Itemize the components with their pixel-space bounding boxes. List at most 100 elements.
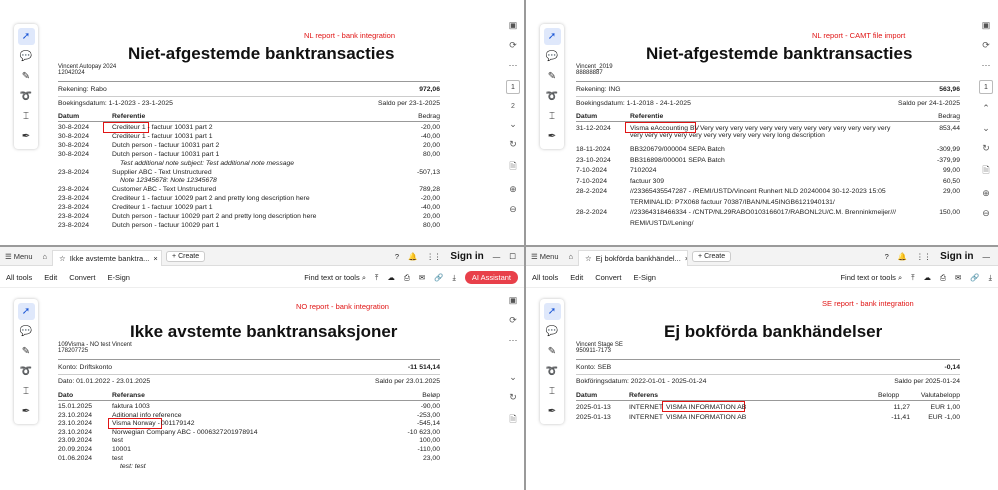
report-page: NL report - CAMT file import Niet-afgest… — [576, 0, 960, 245]
download-icon[interactable]: ⤓ — [452, 273, 455, 283]
minimize-icon[interactable]: — — [493, 252, 501, 261]
comment-icon[interactable]: 💬 — [544, 323, 561, 340]
home-icon[interactable]: ⌂ — [38, 252, 53, 261]
page-number-1[interactable]: 1 — [979, 80, 993, 94]
save-icon[interactable]: 🗎 — [509, 159, 516, 175]
cursor-icon[interactable]: ➚ — [543, 28, 561, 45]
col-date: Datum — [576, 113, 598, 120]
minimize-icon[interactable]: — — [983, 252, 991, 261]
text-select-icon[interactable]: ⌶ — [544, 108, 561, 125]
rotate-icon[interactable]: ↻ — [509, 139, 517, 150]
divider — [58, 96, 440, 97]
row-reference-highlight: Visma Norway - — [112, 420, 160, 428]
sign-icon[interactable]: ✒ — [544, 128, 561, 145]
row-date: 23.10.2024 — [58, 420, 93, 428]
company-id: 88888887 — [576, 70, 603, 76]
report-label: NO report - bank integration — [296, 302, 389, 311]
row-reference: faktura 1003 — [112, 403, 150, 410]
sync-icon[interactable]: ⟳ — [509, 40, 517, 51]
more-icon[interactable]: ⋯ — [509, 335, 518, 346]
ai-assistant-button[interactable]: AI Assistant — [464, 271, 518, 284]
pen-icon[interactable]: ✎ — [18, 343, 35, 360]
sign-icon[interactable]: ✒ — [544, 403, 561, 420]
save-icon[interactable]: 🗎 — [509, 412, 516, 428]
lasso-icon[interactable]: ➰ — [544, 88, 561, 105]
sign-in-button[interactable]: Sign in — [450, 251, 483, 262]
comment-icon[interactable]: 💬 — [18, 48, 35, 65]
chevron-down-icon[interactable]: ⌄ — [509, 119, 517, 130]
text-select-icon[interactable]: ⌶ — [544, 383, 561, 400]
page-number-2[interactable]: 2 — [511, 103, 515, 110]
report-page: SE report - bank integration Ej bokförda… — [576, 247, 960, 490]
row-date: 7-10-2024 — [576, 177, 607, 185]
account-label: Rekening: Rabo — [58, 86, 107, 93]
all-tools-menu[interactable]: All tools — [526, 273, 564, 282]
maximize-icon[interactable]: ☐ — [509, 252, 516, 261]
download-icon[interactable]: ⤓ — [989, 273, 992, 283]
row-amount: -10 623,00 — [407, 428, 440, 436]
zoom-in-icon[interactable]: ⊕ — [982, 188, 990, 199]
divider — [576, 374, 960, 375]
pdf-pane-no-bank: ☰ Menu ⌂ ☆ Ikke avstemte banktra... × + C… — [0, 247, 524, 490]
pen-icon[interactable]: ✎ — [544, 68, 561, 85]
row-date: 28-2-2024 — [576, 188, 607, 195]
row-currency: EUR -1,00 — [928, 414, 960, 421]
account-label: Konto: SEB — [576, 364, 612, 371]
row-amount: -309,99 — [936, 146, 960, 153]
row-date: 01.06.2024 — [58, 454, 93, 462]
comment-icon[interactable]: 💬 — [18, 323, 35, 340]
menu-button[interactable]: ☰ Menu — [526, 252, 564, 261]
row-note: TERMINALID: P7X068 factuur 70387/IBAN/NL… — [630, 198, 835, 206]
zoom-out-icon[interactable]: ⊖ — [982, 208, 990, 219]
all-tools-menu[interactable]: All tools — [0, 273, 38, 282]
zoom-in-icon[interactable]: ⊕ — [509, 184, 517, 195]
row-amount: 60,50 — [942, 177, 960, 185]
row-date: 23.10.2024 — [58, 411, 93, 419]
divider — [576, 400, 960, 401]
page-thumbnail-icon[interactable]: ▣ — [509, 20, 518, 31]
row-currency: EUR 1,00 — [930, 404, 960, 411]
row-date: 30-8-2024 — [58, 150, 89, 158]
rotate-icon[interactable]: ↻ — [982, 143, 990, 154]
row-date: 15.01.2025 — [58, 403, 93, 410]
cursor-icon[interactable]: ➚ — [17, 28, 35, 45]
lasso-icon[interactable]: ➰ — [18, 88, 35, 105]
menu-button[interactable]: ☰ Menu — [0, 252, 38, 261]
col-amount: Bedrag — [938, 113, 960, 120]
company-id: 12042024 — [58, 70, 85, 76]
sign-icon[interactable]: ✒ — [18, 128, 35, 145]
divider — [576, 96, 960, 97]
cursor-icon[interactable]: ➚ — [543, 303, 561, 320]
text-select-icon[interactable]: ⌶ — [18, 383, 35, 400]
col-amount: Beløp — [422, 392, 440, 399]
lasso-icon[interactable]: ➰ — [544, 363, 561, 380]
row-date: 23.10.2024 — [58, 428, 93, 436]
col-reference: Referentie — [112, 113, 146, 120]
page-thumbnail-icon[interactable]: ▣ — [509, 295, 518, 306]
comment-icon[interactable]: 💬 — [544, 48, 561, 65]
chevron-down-icon[interactable]: ⌄ — [509, 372, 517, 383]
page-number-1[interactable]: 1 — [506, 80, 520, 94]
row-note: test: test — [120, 463, 146, 471]
pen-icon[interactable]: ✎ — [18, 68, 35, 85]
text-select-icon[interactable]: ⌶ — [18, 108, 35, 125]
sync-icon[interactable]: ⟳ — [509, 315, 517, 326]
more-icon[interactable]: ⋯ — [982, 60, 991, 71]
save-icon[interactable]: 🗎 — [982, 163, 989, 179]
pen-icon[interactable]: ✎ — [544, 343, 561, 360]
divider — [576, 359, 960, 360]
chevron-down-icon[interactable]: ⌄ — [982, 123, 990, 134]
page-thumbnail-icon[interactable]: ▣ — [982, 20, 991, 31]
sign-icon[interactable]: ✒ — [18, 403, 35, 420]
sync-icon[interactable]: ⟳ — [982, 40, 990, 51]
rotate-icon[interactable]: ↻ — [509, 392, 517, 403]
row-date: 30-8-2024 — [58, 124, 89, 131]
zoom-out-icon[interactable]: ⊖ — [509, 204, 517, 215]
cursor-icon[interactable]: ➚ — [17, 303, 35, 320]
link-icon[interactable]: 🔗 — [970, 273, 979, 282]
row-amount: 150,00 — [939, 209, 960, 216]
chevron-up-icon[interactable]: ⌃ — [982, 103, 990, 114]
row-reference: VISMA INFORMATION AB — [666, 414, 747, 421]
more-icon[interactable]: ⋯ — [509, 60, 518, 71]
lasso-icon[interactable]: ➰ — [18, 363, 35, 380]
